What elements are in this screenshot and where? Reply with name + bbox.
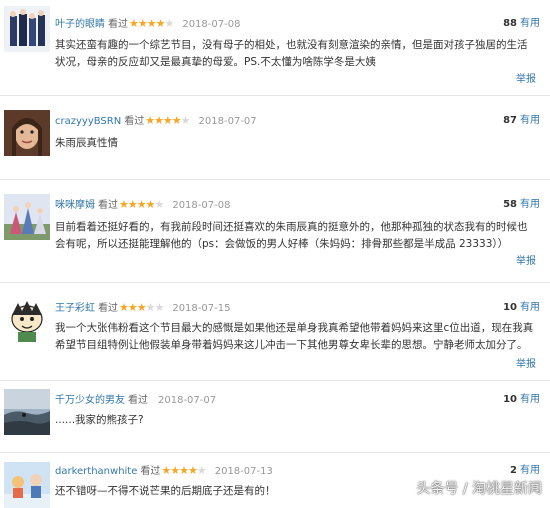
username-link[interactable]: crazyyyBSRN [55,116,121,127]
report-link[interactable]: 举报 [516,70,536,85]
watched-label: 看过 [140,466,161,477]
watched-label: 看过 [98,303,118,314]
useful-count[interactable]: 88 有用 [503,16,540,32]
avatar[interactable] [4,6,50,52]
review-meta: 咪咪摩姆 看过★★★★★ 2018-07-08 [55,197,230,213]
useful-count[interactable]: 58 有用 [503,197,540,213]
watched-label: 看过 [128,395,148,406]
report-link[interactable]: 举报 [516,252,536,267]
rating-stars: ★★★★★ [119,198,164,211]
avatar[interactable] [4,194,50,240]
review-meta: 叶子的眼睛 看过★★★★★ 2018-07-08 [55,16,240,32]
avatar[interactable] [4,297,50,343]
watched-label: 看过 [124,116,145,127]
review-text: 我一个大张伟粉看这个节目最大的感慨是如果他还是单身我真希望他带着妈妈来这里c位出… [55,322,534,351]
avatar[interactable] [4,462,50,508]
username-link[interactable]: 叶子的眼睛 [55,19,105,30]
avatar[interactable] [4,110,50,156]
review-item: 咪咪摩姆 看过★★★★★ 2018-07-08 58 有用 目前看着还挺好看的，有我前… [0,180,550,280]
rating-stars: ★★★★★ [129,17,174,30]
watched-label: 看过 [108,19,128,30]
useful-count[interactable]: 10 有用 [503,300,540,316]
review-date: 2018-07-07 [198,116,257,127]
watermark: 头条号 / 淘桃星新闻 [416,481,542,497]
review-meta: 王子彩虹 看过★★★★★ 2018-07-15 [55,300,230,316]
review-meta: 千万少女的男友 看过 2018-07-07 [55,392,216,408]
review-meta: darkerthanwhite 看过★★★★★ 2018-07-13 [55,463,273,479]
watched-label: 看过 [98,200,118,211]
review-item: 王子彩虹 看过★★★★★ 2018-07-15 10 有用 我一个大张伟粉看这个节目最… [0,283,550,379]
review-date: 2018-07-07 [158,395,217,406]
username-link[interactable]: 千万少女的男友 [55,395,125,406]
useful-count[interactable]: 2 有用 [510,463,540,479]
username-link[interactable]: 王子彩虹 [55,303,95,314]
review-item: crazyyyBSRN 看过★★★★★ 2018-07-07 87 有用 朱雨辰真性情 [0,96,550,178]
review-item: 叶子的眼睛 看过★★★★★ 2018-07-08 88 有用 其实还蛮有趣的一个综艺节… [0,0,550,92]
avatar[interactable] [4,389,50,435]
review-text: 目前看着还挺好看的，有我前段时间还挺喜欢的朱雨辰真的挺意外的，他那种孤独的状态我… [55,221,528,250]
username-link[interactable]: darkerthanwhite [55,466,137,477]
review-date: 2018-07-15 [172,303,231,314]
review-date: 2018-07-08 [172,200,231,211]
review-date: 2018-07-08 [182,19,241,30]
useful-count[interactable]: 10 有用 [503,392,540,408]
review-text: 其实还蛮有趣的一个综艺节目，没有母子的相处，也就没有刻意渲染的亲情，但是面对孩子… [55,39,528,68]
review-text: ......我家的熊孩子? [55,414,144,426]
rating-stars: ★★★★★ [145,114,190,127]
review-item: 千万少女的男友 看过 2018-07-07 10 有用 ......我家的熊孩子? [0,381,550,451]
review-date: 2018-07-13 [214,466,273,477]
username-link[interactable]: 咪咪摩姆 [55,200,95,211]
review-meta: crazyyyBSRN 看过★★★★★ 2018-07-07 [55,113,257,129]
useful-count[interactable]: 87 有用 [503,113,540,129]
rating-stars: ★★★★★ [119,301,164,314]
review-text: 朱雨辰真性情 [55,137,118,149]
rating-stars: ★★★★★ [161,464,206,477]
report-link[interactable]: 举报 [516,355,536,370]
